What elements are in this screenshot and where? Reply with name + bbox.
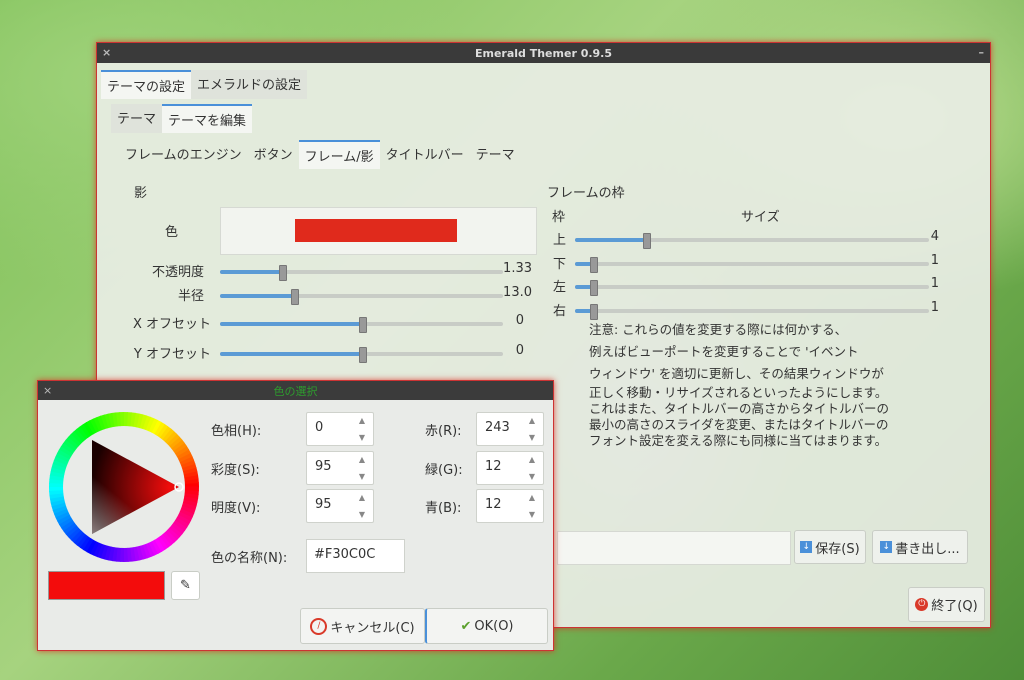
save-button[interactable]: ↓ 保存(S)	[794, 530, 866, 564]
slider-value: 1	[930, 276, 939, 291]
green-label: 緑(G):	[425, 463, 463, 478]
slider-handle[interactable]	[589, 256, 598, 273]
note-line: ウィンドウ' を適切に更新し、その結果ウィンドウが	[589, 366, 884, 381]
sat-value: 95	[315, 459, 332, 474]
slider-value: 1	[930, 252, 939, 268]
slider-label: 上	[553, 233, 567, 248]
blue-label: 青(B):	[425, 501, 462, 516]
note-line: これはまた、タイトルバーの高さからタイトルバーの	[589, 401, 890, 416]
slider[interactable]	[575, 303, 929, 320]
note-line: 例えばビューポートを変更することで 'イベント	[589, 344, 859, 359]
spin-up-icon[interactable]: ▲	[529, 493, 535, 502]
val-value: 95	[315, 497, 332, 512]
dialog-title: 色の選択	[273, 384, 318, 398]
color-name-input[interactable]: #F30C0C	[306, 539, 405, 573]
slider-label: 左	[553, 280, 567, 295]
eyedropper-button[interactable]: ✎	[171, 571, 200, 600]
power-icon: ⏻	[915, 598, 929, 611]
ok-button[interactable]: ✔ OK(O)	[425, 608, 548, 644]
note-line: フォント設定を変える際にも同様に当てはまります。	[589, 433, 888, 448]
save-icon: ↓	[800, 541, 813, 553]
green-value: 12	[485, 459, 502, 474]
hue-label: 色相(H):	[211, 424, 262, 439]
cancel-icon: /	[310, 617, 328, 635]
slider-label: 右	[553, 303, 567, 319]
blue-value: 12	[485, 497, 502, 512]
red-value: 243	[485, 420, 510, 435]
dialog-close-icon[interactable]: ×	[43, 384, 52, 397]
cancel-label: キャンセル(C)	[330, 620, 415, 636]
slider-handle[interactable]	[589, 303, 598, 320]
slider[interactable]	[575, 256, 929, 273]
quit-label: 終了(Q)	[931, 599, 978, 614]
cancel-button[interactable]: / キャンセル(C)	[300, 608, 425, 644]
dialog-titlebar[interactable]: × 色の選択	[38, 381, 553, 400]
export-label: 書き出し...	[895, 541, 960, 557]
sat-spin[interactable]: 95 ▲ ▼	[306, 451, 374, 485]
slider[interactable]	[575, 280, 929, 296]
eyedropper-icon: ✎	[180, 578, 191, 593]
export-icon: ↓	[880, 541, 893, 553]
slider-label: 下	[553, 256, 567, 272]
spin-up-icon[interactable]: ▲	[529, 455, 535, 464]
ok-label: OK(O)	[474, 618, 514, 634]
export-button[interactable]: ↓ 書き出し...	[872, 530, 968, 564]
red-spin[interactable]: 243 ▲ ▼	[476, 412, 544, 446]
slider-fill	[575, 238, 646, 242]
frame-note: 注意: これらの値を変更する際には何かする、 例えばビューポートを変更することで…	[589, 319, 889, 449]
slider-value: 4	[930, 229, 939, 244]
filename-input[interactable]	[557, 531, 791, 565]
red-label: 赤(R):	[425, 424, 462, 439]
hue-spin[interactable]: 0 ▲ ▼	[306, 412, 374, 446]
note-line: 最小の高さのスライダを変更、またはタイトルバーの	[589, 417, 889, 432]
spin-down-icon[interactable]: ▼	[359, 510, 365, 519]
green-spin[interactable]: 12 ▲ ▼	[476, 451, 544, 485]
color-dialog: × 色の選択 ✎ 色相(H): 0 ▲ ▼ 彩度(S): 95 ▲ ▼ 明度(V): 9…	[37, 380, 554, 651]
val-label: 明度(V):	[211, 501, 261, 516]
color-wheel[interactable]	[48, 411, 200, 563]
val-spin[interactable]: 95 ▲ ▼	[306, 489, 374, 523]
slider-handle[interactable]	[589, 280, 598, 296]
spin-down-icon[interactable]: ▼	[529, 472, 535, 481]
spin-up-icon[interactable]: ▲	[359, 493, 365, 502]
hue-value: 0	[315, 420, 324, 435]
color-name-value: #F30C0C	[314, 547, 376, 562]
checkmark-icon: ✔	[460, 618, 472, 634]
quit-button[interactable]: ⏻ 終了(Q)	[908, 587, 985, 622]
slider-value: 1	[930, 299, 939, 315]
note-line: 注意: これらの値を変更する際には何かする、	[589, 322, 848, 337]
spin-up-icon[interactable]: ▲	[359, 416, 365, 425]
note-line: 正しく移動・リサイズされるといったようにします。	[589, 385, 888, 400]
color-preview	[48, 571, 165, 600]
spin-up-icon[interactable]: ▲	[529, 416, 535, 425]
spin-down-icon[interactable]: ▼	[359, 433, 365, 442]
save-label: 保存(S)	[815, 541, 860, 557]
spin-up-icon[interactable]: ▲	[359, 455, 365, 464]
sat-label: 彩度(S):	[211, 463, 260, 478]
slider[interactable]	[575, 233, 929, 249]
color-name-label: 色の名称(N):	[211, 551, 288, 566]
blue-spin[interactable]: 12 ▲ ▼	[476, 489, 544, 523]
spin-down-icon[interactable]: ▼	[529, 433, 535, 442]
spin-down-icon[interactable]: ▼	[359, 472, 365, 481]
slider-handle[interactable]	[642, 233, 651, 249]
spin-down-icon[interactable]: ▼	[529, 510, 535, 519]
